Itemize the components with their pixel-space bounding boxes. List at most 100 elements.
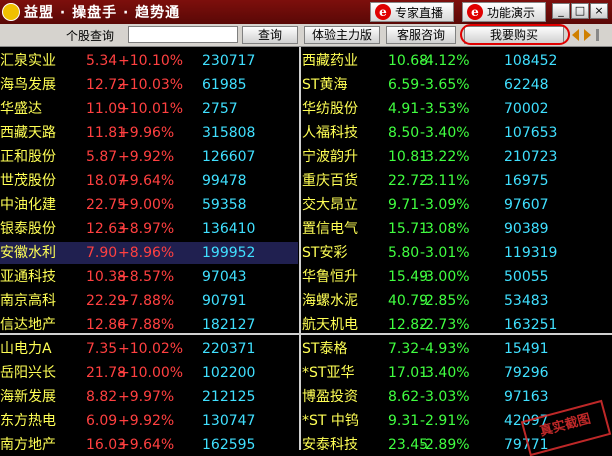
stock-name: 信达地产 [0, 317, 56, 333]
quote-row[interactable]: 南方地产 16.03 +9.64% 162595 [0, 434, 298, 456]
quote-row[interactable]: 海鸟发展 12.72 +10.03% 61985 [0, 74, 298, 96]
quote-row[interactable]: 岳阳兴长 21.78 +10.00% 102200 [0, 362, 298, 384]
volume: 90791 [202, 293, 247, 309]
change-percent: +10.01% [118, 101, 184, 117]
customer-service-button[interactable]: 客服咨询 [386, 26, 456, 44]
stock-name: 华盛达 [0, 101, 42, 117]
close-button[interactable]: × [590, 3, 608, 19]
next-arrow-icon[interactable] [584, 29, 591, 41]
minimize-button[interactable]: _ [552, 3, 570, 19]
volume: 62248 [504, 77, 549, 93]
change-percent: +7.88% [118, 317, 175, 333]
volume: 70002 [504, 101, 549, 117]
volume: 136410 [202, 221, 256, 237]
stock-name: 亚通科技 [0, 269, 56, 285]
title-bar: 益盟 · 操盘手 · 趋势通 e 专家直播 e 功能演示 _ □ × [0, 0, 612, 25]
stock-name: 人福科技 [302, 125, 358, 141]
quote-row[interactable]: 西藏天路 11.81 +9.96% 315808 [0, 122, 298, 144]
change-percent: +9.96% [118, 125, 175, 141]
quote-row[interactable]: 银泰股份 12.63 +8.97% 136410 [0, 218, 298, 240]
volume: 119319 [504, 245, 558, 261]
expert-live-button[interactable]: e 专家直播 [370, 2, 454, 22]
stock-name: 宁波韵升 [302, 149, 358, 165]
stock-price: 6.09 [86, 413, 118, 429]
quote-row[interactable]: 西藏药业 10.68 -4.12% 108452 [302, 50, 600, 72]
stock-name: 岳阳兴长 [0, 365, 56, 381]
feature-demo-button[interactable]: e 功能演示 [462, 2, 546, 22]
stock-name: 西藏药业 [302, 53, 358, 69]
quote-row[interactable]: 交大昂立 9.71 -3.09% 97607 [302, 194, 600, 216]
quote-row[interactable]: 正和股份 5.87 +9.92% 126607 [0, 146, 298, 168]
quote-row[interactable]: ST黄海 6.59 -3.65% 62248 [302, 74, 600, 96]
quote-row[interactable]: ST泰格 7.32 -4.93% 15491 [302, 338, 600, 360]
volume: 2757 [202, 101, 238, 117]
stock-name: 海新发展 [0, 389, 56, 405]
quote-row[interactable]: 人福科技 8.50 -3.40% 107653 [302, 122, 600, 144]
change-percent: +7.88% [118, 293, 175, 309]
quote-row[interactable]: 宁波韵升 10.81 -3.22% 210723 [302, 146, 600, 168]
quote-row[interactable]: 安徽水利 7.90 +8.96% 199952 [0, 242, 298, 264]
change-percent: -4.93% [420, 341, 470, 357]
quote-row[interactable]: 航天机电 12.82 -2.73% 163251 [302, 314, 600, 336]
buy-highlight-ring [460, 24, 570, 45]
volume: 53483 [504, 293, 549, 309]
stock-name: 安徽水利 [0, 245, 56, 261]
quote-row[interactable]: *ST亚华 17.01 -3.40% 79296 [302, 362, 600, 384]
change-percent: -3.22% [420, 149, 470, 165]
volume: 97163 [504, 389, 549, 405]
maximize-button[interactable]: □ [571, 3, 589, 19]
volume: 15491 [504, 341, 549, 357]
volume: 162595 [202, 437, 256, 453]
stock-price: 9.31 [388, 413, 420, 429]
change-percent: -3.01% [420, 245, 470, 261]
stock-name: 东方热电 [0, 413, 56, 429]
quote-row[interactable]: 山电力A 7.35 +10.02% 220371 [0, 338, 298, 360]
quote-row[interactable]: 中油化建 22.75 +9.00% 59358 [0, 194, 298, 216]
change-percent: -3.08% [420, 221, 470, 237]
change-percent: -3.40% [420, 365, 470, 381]
quote-row[interactable]: 华鲁恒升 15.49 -3.00% 50055 [302, 266, 600, 288]
quote-row[interactable]: 亚通科技 10.38 +8.57% 97043 [0, 266, 298, 288]
stock-price: 8.50 [388, 125, 420, 141]
query-button[interactable]: 查询 [242, 26, 298, 44]
quote-row[interactable]: 东方热电 6.09 +9.92% 130747 [0, 410, 298, 432]
change-percent: -3.40% [420, 125, 470, 141]
quote-row[interactable]: 汇泉实业 5.34 +10.10% 230717 [0, 50, 298, 72]
quote-row[interactable]: 海螺水泥 40.79 -2.85% 53483 [302, 290, 600, 312]
prev-arrow-icon[interactable] [572, 29, 579, 41]
quote-row[interactable]: 博盈投资 8.62 -3.03% 97163 [302, 386, 600, 408]
stock-name: 海螺水泥 [302, 293, 358, 309]
volume: 61985 [202, 77, 247, 93]
volume: 79296 [504, 365, 549, 381]
quote-row[interactable]: 南京高科 22.29 +7.88% 90791 [0, 290, 298, 312]
stock-name: 重庆百货 [302, 173, 358, 189]
quote-row[interactable]: ST安彩 5.80 -3.01% 119319 [302, 242, 600, 264]
stock-name: 山电力A [0, 341, 52, 357]
change-percent: -3.53% [420, 101, 470, 117]
quote-row[interactable]: 华盛达 11.09 +10.01% 2757 [0, 98, 298, 120]
stock-price: 9.71 [388, 197, 420, 213]
quote-row[interactable]: 置信电气 15.71 -3.08% 90389 [302, 218, 600, 240]
quote-row[interactable]: 重庆百货 22.72 -3.11% 16975 [302, 170, 600, 192]
quote-row[interactable]: 世茂股份 18.07 +9.64% 99478 [0, 170, 298, 192]
volume: 99478 [202, 173, 247, 189]
trial-pro-button[interactable]: 体验主力版 [304, 26, 380, 44]
change-percent: -3.03% [420, 389, 470, 405]
stock-price: 4.91 [388, 101, 420, 117]
stock-search-input[interactable] [128, 26, 238, 43]
stock-name: 南京高科 [0, 293, 56, 309]
stock-price: 5.87 [86, 149, 118, 165]
quote-row[interactable]: 信达地产 12.86 +7.88% 182127 [0, 314, 298, 336]
stock-name: 汇泉实业 [0, 53, 56, 69]
quote-row[interactable]: 华纺股份 4.91 -3.53% 70002 [302, 98, 600, 120]
volume: 230717 [202, 53, 256, 69]
change-percent: +9.00% [118, 197, 175, 213]
quote-row[interactable]: 海新发展 8.82 +9.97% 212125 [0, 386, 298, 408]
change-percent: -3.11% [420, 173, 470, 189]
change-percent: -3.09% [420, 197, 470, 213]
stock-name: *ST 中钨 [302, 413, 359, 429]
stock-name: 银泰股份 [0, 221, 56, 237]
stock-price: 7.35 [86, 341, 118, 357]
app-brand: 益盟 · 操盘手 · 趋势通 [2, 2, 180, 22]
volume: 210723 [504, 149, 558, 165]
